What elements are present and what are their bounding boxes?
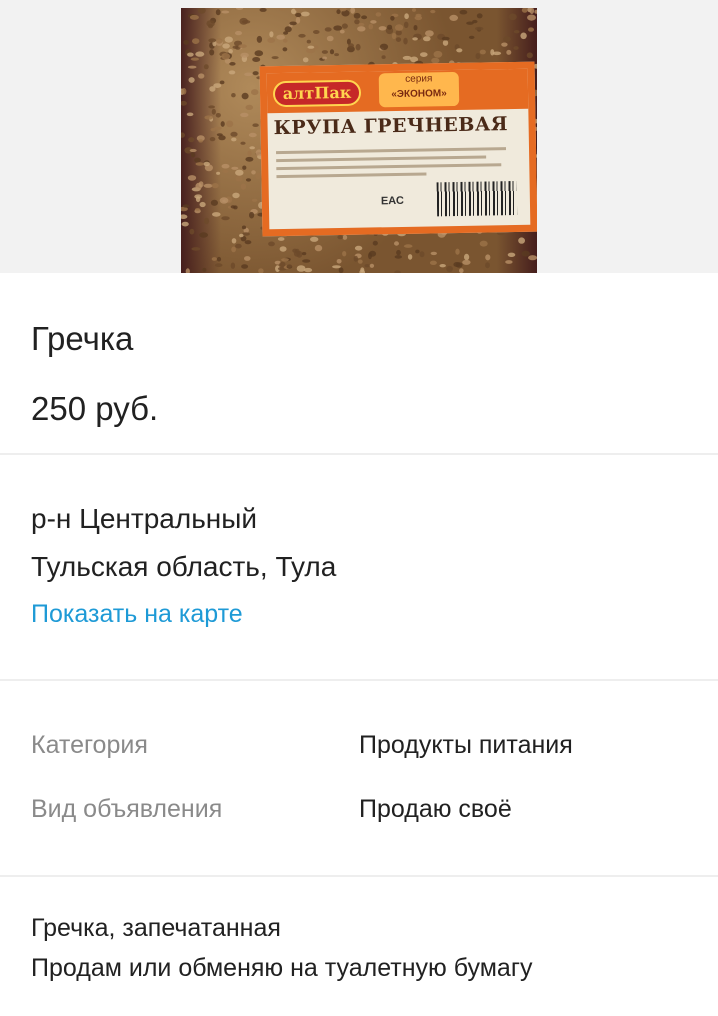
divider [0,453,718,455]
param-category-value: Продукты питания [359,731,573,759]
param-ad-type-value: Продаю своё [359,795,512,823]
divider [0,875,718,877]
param-category-label: Категория [31,731,148,759]
package-label-header: алтПак серия «ЭКОНОМ» [266,68,529,114]
listing-price: 250 руб. [31,390,159,427]
package-title: КРУПА ГРЕЧНЕВАЯ [273,113,509,140]
show-on-map-link[interactable]: Показать на карте [31,600,243,629]
listing-photo[interactable]: алтПак серия «ЭКОНОМ» КРУПА ГРЕЧНЕВАЯ ЕА… [181,8,537,273]
barcode-icon [436,180,518,217]
package-series-top: серия [405,73,433,85]
listing-title: Гречка [31,320,134,357]
description-line: Продам или обменяю на туалетную бумагу [31,954,533,982]
location-district: р-н Центральный [31,503,258,534]
package-series: серия «ЭКОНОМ» [378,71,460,108]
package-series-name: «ЭКОНОМ» [391,88,447,101]
description-line: Гречка, запечатанная [31,914,281,942]
photo-gallery[interactable]: алтПак серия «ЭКОНОМ» КРУПА ГРЕЧНЕВАЯ ЕА… [0,0,718,273]
location-city: Тульская область, Тула [31,551,337,582]
package-eac-mark: ЕАС [380,194,404,208]
divider [0,679,718,681]
package-brand: алтПак [272,79,362,108]
package-fine-print [276,147,517,183]
param-ad-type-label: Вид объявления [31,795,223,823]
package-label: алтПак серия «ЭКОНОМ» КРУПА ГРЕЧНЕВАЯ ЕА… [259,61,537,237]
